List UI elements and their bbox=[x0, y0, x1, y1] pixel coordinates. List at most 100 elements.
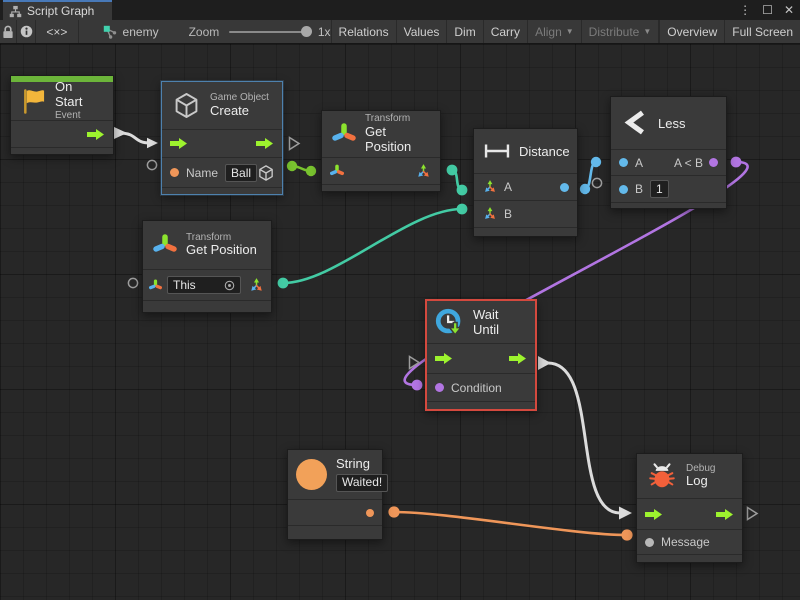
node-title: Less bbox=[658, 116, 685, 131]
node-footer bbox=[288, 525, 382, 539]
b-value-field[interactable]: 1 bbox=[650, 180, 669, 198]
condition-input-port[interactable] bbox=[435, 383, 444, 392]
flow-input-port[interactable] bbox=[170, 138, 188, 149]
chevron-down-icon: ▼ bbox=[643, 27, 651, 36]
condition-port-label: Condition bbox=[451, 381, 502, 395]
node-title: Create bbox=[210, 104, 269, 119]
carry-button[interactable]: Carry bbox=[484, 20, 528, 43]
node-title: On Start bbox=[55, 80, 103, 110]
node-get-position-enemy[interactable]: Transform Get Position bbox=[321, 110, 441, 192]
input-a-port[interactable] bbox=[619, 158, 628, 167]
string-value-field[interactable]: Waited! bbox=[336, 474, 388, 492]
distance-icon bbox=[484, 143, 510, 159]
transform-input-port[interactable] bbox=[149, 279, 162, 292]
target-value: This bbox=[173, 278, 196, 292]
overview-button[interactable]: Overview bbox=[660, 20, 725, 43]
name-input-port[interactable] bbox=[170, 168, 179, 177]
vector3-input-port[interactable] bbox=[482, 179, 498, 195]
graph-name-label: enemy bbox=[123, 25, 159, 39]
flow-output-port[interactable] bbox=[716, 509, 734, 520]
values-button[interactable]: Values bbox=[397, 20, 448, 43]
zoom-value: 1x bbox=[318, 25, 331, 39]
node-get-position-self[interactable]: Transform Get Position This bbox=[142, 220, 272, 313]
bool-output-port[interactable] bbox=[709, 158, 718, 167]
code-preview-button[interactable]: <×> bbox=[36, 20, 78, 43]
window-close-icon[interactable]: ✕ bbox=[784, 0, 794, 20]
object-picker-icon[interactable] bbox=[224, 280, 235, 291]
tab-title: Script Graph bbox=[27, 4, 94, 18]
node-string-literal[interactable]: String Waited! bbox=[287, 449, 383, 540]
flow-output-port[interactable] bbox=[87, 129, 105, 140]
float-output-port[interactable] bbox=[560, 183, 569, 192]
dim-button[interactable]: Dim bbox=[447, 20, 483, 43]
transform-input-port[interactable] bbox=[330, 164, 344, 178]
window-menu-icon[interactable]: ⋮ bbox=[739, 0, 751, 20]
node-less[interactable]: Less A A < B B 1 bbox=[610, 96, 727, 209]
cube-icon bbox=[172, 91, 201, 120]
zoom-slider-handle[interactable] bbox=[301, 26, 312, 37]
string-output-port[interactable] bbox=[366, 509, 374, 517]
port-a-label: A bbox=[504, 180, 512, 194]
node-title: Get Position bbox=[365, 125, 430, 155]
tab-script-graph[interactable]: Script Graph bbox=[3, 0, 112, 20]
port-a-label: A bbox=[635, 156, 643, 170]
full-screen-button[interactable]: Full Screen bbox=[725, 20, 800, 43]
bug-icon bbox=[647, 461, 677, 491]
graph-pointer-icon bbox=[103, 25, 117, 39]
vector3-input-port[interactable] bbox=[482, 206, 498, 222]
code-preview-label: <×> bbox=[46, 25, 67, 39]
less-than-icon bbox=[621, 108, 649, 138]
node-footer bbox=[162, 187, 282, 195]
wait-timer-icon bbox=[434, 306, 466, 338]
window-maximize-icon[interactable]: ☐ bbox=[762, 0, 773, 20]
node-title: String bbox=[336, 457, 388, 472]
transform-icon bbox=[153, 233, 177, 257]
name-port-label: Name bbox=[186, 166, 218, 180]
zoom-slider[interactable] bbox=[229, 31, 309, 33]
node-footer bbox=[322, 184, 440, 192]
node-footer bbox=[11, 147, 113, 155]
flow-input-port[interactable] bbox=[645, 509, 663, 520]
comparison-label: A < B bbox=[674, 156, 703, 170]
input-b-port[interactable] bbox=[619, 185, 628, 194]
flag-icon bbox=[21, 88, 46, 115]
script-graph-window: Script Graph ⋮ ☐ ✕ <×> enemy Zoom bbox=[0, 0, 800, 600]
flow-output-port[interactable] bbox=[256, 138, 274, 149]
node-title: Get Position bbox=[186, 243, 257, 258]
node-footer bbox=[427, 401, 535, 409]
node-distance[interactable]: Distance A B bbox=[473, 128, 578, 237]
distribute-label: Distribute bbox=[589, 25, 640, 39]
message-port-label: Message bbox=[661, 535, 710, 549]
node-title: Wait Until bbox=[473, 307, 528, 337]
target-value-field[interactable]: This bbox=[167, 276, 241, 294]
port-b-label: B bbox=[504, 207, 512, 221]
transform-icon bbox=[332, 122, 356, 146]
vector3-output-port[interactable] bbox=[248, 277, 265, 294]
chevron-down-icon: ▼ bbox=[566, 27, 574, 36]
flow-output-port[interactable] bbox=[509, 353, 527, 364]
port-b-label: B bbox=[635, 182, 643, 196]
lock-icon bbox=[2, 25, 14, 39]
node-wait-until[interactable]: Wait Until Condition bbox=[425, 299, 537, 411]
node-create-game-object[interactable]: Game Object Create Name Ball bbox=[161, 81, 283, 195]
string-icon bbox=[296, 459, 327, 490]
name-value-field[interactable]: Ball bbox=[225, 164, 257, 182]
align-dropdown[interactable]: Align ▼ bbox=[528, 20, 582, 43]
node-on-start-event[interactable]: On Start Event bbox=[10, 75, 114, 155]
node-footer bbox=[637, 554, 742, 562]
node-footer bbox=[474, 227, 577, 236]
node-debug-log[interactable]: Debug Log Message bbox=[636, 453, 743, 563]
vector3-output-port[interactable] bbox=[415, 163, 432, 180]
node-footer bbox=[143, 300, 271, 312]
graph-info-cell: enemy Zoom 1x bbox=[79, 20, 332, 43]
align-label: Align bbox=[535, 25, 562, 39]
lock-button[interactable] bbox=[0, 20, 17, 43]
relations-button[interactable]: Relations bbox=[332, 20, 397, 43]
flow-input-port[interactable] bbox=[435, 353, 453, 364]
title-bar: Script Graph ⋮ ☐ ✕ bbox=[0, 0, 800, 21]
message-input-port[interactable] bbox=[645, 538, 654, 547]
distribute-dropdown[interactable]: Distribute ▼ bbox=[582, 20, 660, 43]
inspect-button[interactable] bbox=[17, 20, 36, 43]
gameobject-output-port[interactable] bbox=[257, 164, 275, 182]
node-title: Distance bbox=[519, 144, 570, 159]
